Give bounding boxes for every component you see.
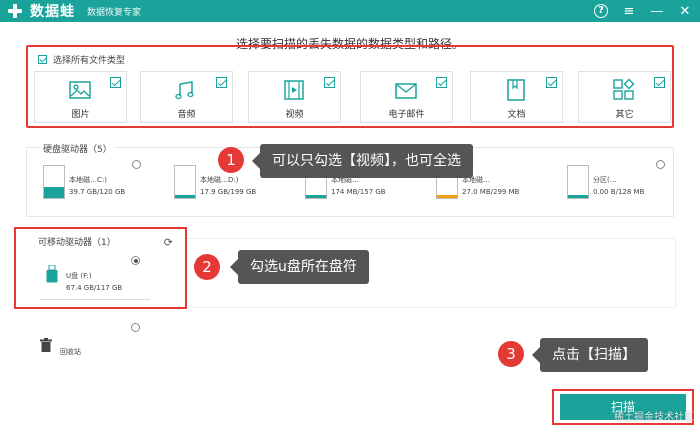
select-all-label: 选择所有文件类型: [53, 56, 126, 66]
checkbox-checked-icon[interactable]: [324, 77, 335, 88]
image-icon: [69, 81, 91, 99]
usb-drive-icon: [46, 265, 58, 283]
select-all-checkbox[interactable]: 选择所有文件类型: [38, 53, 125, 66]
file-type-label: 文档: [507, 110, 526, 120]
drive-icon: [567, 165, 589, 199]
drive-radio[interactable]: [656, 160, 665, 169]
recycle-bin-label: 回收站: [60, 348, 81, 356]
drive-size: 39.7 GB/120 GB: [69, 188, 126, 196]
step-badge-2: 2: [194, 254, 220, 280]
file-type-label: 其它: [615, 110, 634, 120]
removable-drive-radio[interactable]: [131, 256, 140, 265]
checkbox-checked-icon[interactable]: [436, 77, 447, 88]
file-type-audio[interactable]: 音频: [140, 71, 233, 123]
file-type-document[interactable]: 文档: [470, 71, 563, 123]
hard-disk-title: 硬盘驱动器（5）: [41, 142, 114, 155]
minimize-icon[interactable]: —: [648, 2, 666, 20]
removable-drive-name[interactable]: U盘 (F:): [66, 271, 92, 281]
title-bar: 数据蛙 数据恢复专家 ? ≡ — ✕: [0, 0, 700, 22]
drive-usage-fill: [437, 195, 457, 198]
step-badge-1: 1: [218, 147, 244, 173]
checkbox-checked-icon: [38, 55, 47, 64]
drive-icon: [43, 165, 65, 199]
file-type-label: 视频: [285, 110, 304, 120]
drive-size: 174 MB/157 GB: [331, 188, 386, 196]
checkbox-checked-icon[interactable]: [654, 77, 665, 88]
drive-name: 分区(…: [593, 176, 617, 184]
file-type-email[interactable]: 电子邮件: [360, 71, 453, 123]
removable-drive-section: 可移动驱动器（1） ⟳ U盘 (F:) 67.4 GB/117 GB: [14, 227, 187, 309]
refresh-icon[interactable]: ⟳: [164, 236, 173, 249]
app-tagline: 数据恢复专家: [87, 7, 142, 18]
drive-name: 本地磁…D:): [200, 176, 239, 184]
watermark: 稀土掘金技术社区: [614, 412, 694, 423]
drive-size: 27.0 MB/299 MB: [462, 188, 520, 196]
app-logo-icon: [6, 2, 24, 20]
drive-item[interactable]: 本地磁…C:) 39.7 GB/120 GB: [29, 165, 149, 210]
drive-usage-fill: [44, 187, 64, 198]
drive-size: 17.9 GB/199 GB: [200, 188, 257, 196]
drive-divider: [40, 299, 150, 300]
app-name: 数据蛙: [30, 4, 75, 20]
file-type-image[interactable]: 图片: [34, 71, 127, 123]
drive-radio[interactable]: [132, 160, 141, 169]
drive-item[interactable]: 分区(… 0.00 B/128 MB: [553, 165, 673, 210]
help-icon[interactable]: ?: [592, 2, 610, 20]
menu-icon[interactable]: ≡: [620, 2, 638, 20]
tip-1: 可以只勾选【视频】，也可全选: [252, 144, 473, 178]
checkbox-checked-icon[interactable]: [216, 77, 227, 88]
removable-drive-title: 可移动驱动器（1）: [38, 238, 116, 248]
checkbox-checked-icon[interactable]: [546, 77, 557, 88]
email-icon: [395, 83, 417, 99]
file-type-other[interactable]: 其它: [578, 71, 671, 123]
file-type-section: 选择所有文件类型 图片 音频 视频 电子邮件 文档 其它: [26, 45, 674, 128]
music-icon: [175, 81, 194, 100]
close-icon[interactable]: ✕: [676, 2, 694, 20]
checkbox-checked-icon[interactable]: [110, 77, 121, 88]
document-icon: [507, 79, 525, 101]
drive-name: 本地磁…C:): [69, 176, 107, 184]
trash-icon[interactable]: [40, 338, 52, 352]
file-type-label: 音频: [177, 110, 196, 120]
file-type-video[interactable]: 视频: [248, 71, 341, 123]
drive-usage-fill: [175, 195, 195, 198]
drive-size: 0.00 B/128 MB: [593, 188, 645, 196]
drive-icon: [174, 165, 196, 199]
file-type-label: 电子邮件: [388, 110, 425, 120]
tip-3: 点击【扫描】: [532, 338, 648, 372]
step-badge-3: 3: [498, 341, 524, 367]
removable-drive-size: 67.4 GB/117 GB: [66, 284, 123, 292]
other-icon: [613, 78, 635, 100]
video-icon: [284, 80, 304, 100]
drive-usage-fill: [306, 195, 326, 198]
tip-2: 勾选u盘所在盘符: [230, 250, 369, 284]
drive-usage-fill: [568, 195, 588, 198]
recycle-radio[interactable]: [131, 323, 140, 332]
file-type-label: 图片: [71, 110, 90, 120]
